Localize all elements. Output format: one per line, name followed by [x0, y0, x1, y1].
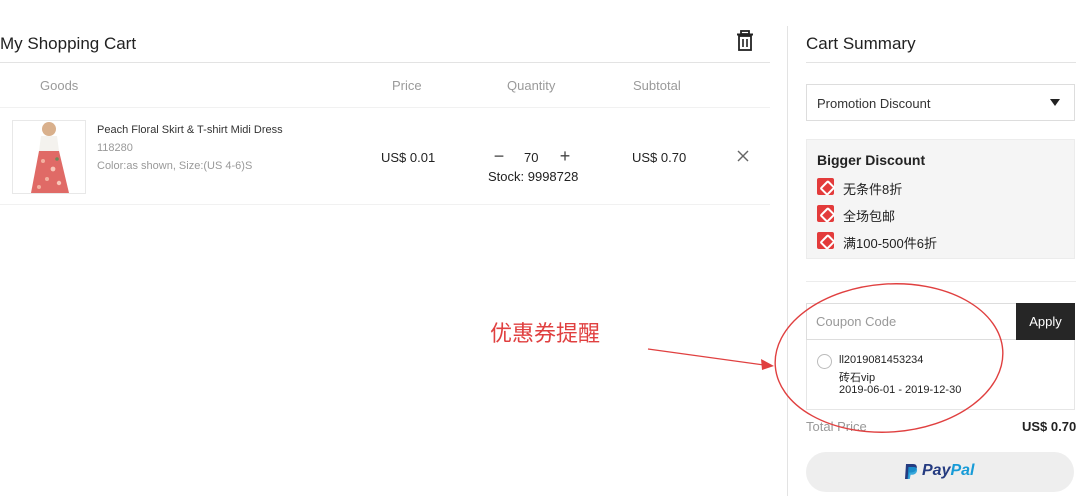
product-attributes: Color:as shown, Size:(US 4-6)S [97, 160, 253, 172]
discount-title: Bigger Discount [817, 152, 926, 168]
divider [806, 62, 1076, 63]
paypal-button[interactable]: PayPal [806, 452, 1074, 492]
annotation-label: 优惠券提醒 [490, 322, 601, 347]
caret-down-icon [1050, 99, 1060, 106]
divider [0, 107, 770, 108]
discount-label: 无条件8折 [843, 182, 903, 197]
paypal-wordmark: PayPal [922, 462, 975, 479]
column-divider [787, 26, 788, 496]
apply-button[interactable]: Apply [1016, 303, 1075, 340]
discount-label: 全场包邮 [843, 209, 896, 224]
trash-icon[interactable] [735, 30, 755, 52]
coupon-name: 砖石vip [839, 372, 876, 384]
discount-tag-icon [817, 178, 834, 195]
discount-tag-icon [817, 205, 834, 222]
shopping-cart: My Shopping Cart Goods Price Quantity Su… [0, 0, 770, 496]
total-price-value: US$ 0.70 [1022, 419, 1077, 434]
coupon-radio[interactable] [817, 354, 832, 369]
discount-panel: Bigger Discount 无条件8折 全场包邮 满100-500件6折 [806, 139, 1075, 259]
summary-title: Cart Summary [806, 34, 916, 53]
product-name[interactable]: Peach Floral Skirt & T-shirt Midi Dress [97, 124, 283, 136]
item-subtotal: US$ 0.70 [632, 150, 687, 165]
coupon-code-input[interactable] [806, 303, 1016, 340]
minus-icon[interactable]: − [490, 146, 508, 166]
discount-tag-icon [817, 232, 834, 249]
column-header-price: Price [392, 78, 422, 93]
stock-count: Stock: 9998728 [488, 169, 579, 184]
divider [0, 62, 770, 63]
column-header-quantity: Quantity [507, 78, 556, 93]
discount-label: 满100-500件6折 [843, 236, 937, 251]
column-header-goods: Goods [40, 78, 79, 93]
paypal-logo-icon [904, 463, 918, 480]
close-icon[interactable] [735, 148, 751, 164]
plus-icon[interactable]: + [556, 146, 574, 166]
promotion-select[interactable]: Promotion Discount [806, 84, 1075, 121]
divider [806, 281, 1076, 282]
product-thumbnail[interactable] [12, 120, 86, 194]
page-title: My Shopping Cart [0, 34, 137, 53]
total-price-label: Total Price [806, 419, 867, 434]
divider [0, 204, 770, 205]
promotion-select-value: Promotion Discount [817, 96, 931, 111]
quantity-value[interactable]: 70 [524, 150, 538, 165]
unit-price: US$ 0.01 [381, 150, 436, 165]
coupon-dropdown: ll2019081453234 砖石vip 2019-06-01 - 2019-… [806, 340, 1075, 410]
coupon-validity: 2019-06-01 - 2019-12-30 [839, 384, 962, 396]
product-sku: 118280 [97, 142, 133, 154]
coupon-code: ll2019081453234 [839, 354, 924, 366]
column-header-subtotal: Subtotal [633, 78, 681, 93]
